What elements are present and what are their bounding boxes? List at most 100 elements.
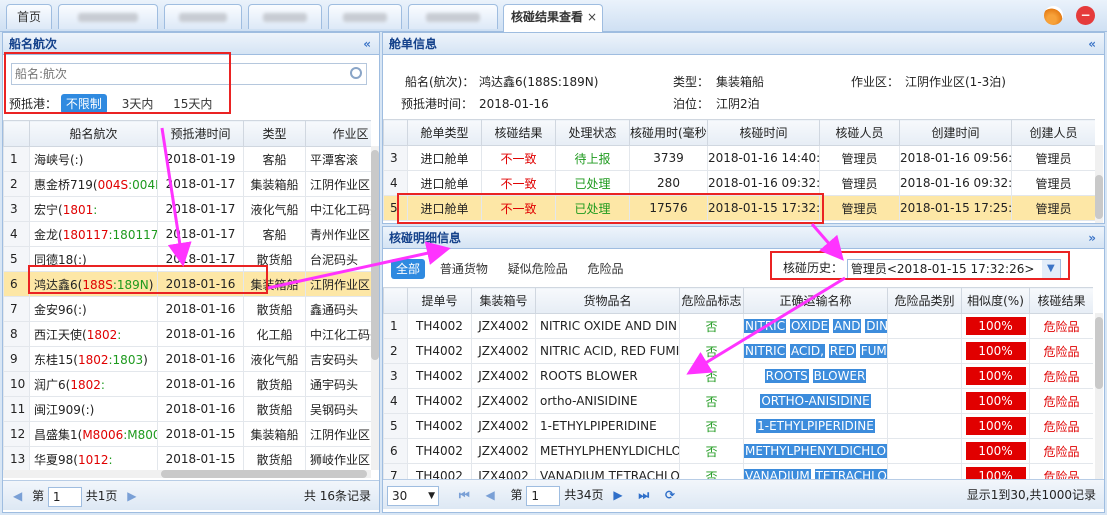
filter-all[interactable]: 全部 (391, 259, 426, 279)
ship-hscrollbar[interactable] (3, 470, 371, 478)
last-page-icon[interactable]: ⏭ (638, 480, 649, 510)
table-row[interactable]: 11 闽江909(:) 2018-01-16 散货船 吴钢码头 (3, 396, 371, 422)
col-check-time[interactable]: 核碰时间 (707, 119, 820, 146)
page-input[interactable]: 1 (47, 486, 82, 507)
page-size-select[interactable]: 30 ▼ (387, 485, 439, 506)
tab-hidden-3[interactable] (248, 4, 322, 29)
filter-dangerous[interactable]: 危险品 (583, 259, 629, 279)
table-row[interactable]: 3 TH4002 JZX4002 ROOTS BLOWER 否 ROOTS BLOWER … (383, 363, 1093, 389)
col-created[interactable]: 创建时间 (899, 119, 1012, 146)
filter-15days[interactable]: 15天内 (168, 94, 217, 114)
table-row[interactable]: 8西江天使(1802:2018-01-16化工船中江化工码头 (3, 321, 371, 347)
voyage-out: : (100, 377, 105, 392)
ship-name: 闽江909(:) (34, 402, 95, 417)
tab-hidden-1[interactable] (58, 4, 158, 29)
table-row[interactable]: 1 海峡号(:) 2018-01-19 客船 平潭客滚 (3, 146, 371, 172)
col-duration[interactable]: 核碰用时(毫秒) (629, 119, 708, 146)
tab-home[interactable]: 首页 (6, 4, 52, 29)
bl-cell: TH4002 (407, 438, 472, 464)
refresh-icon[interactable]: ⟳ (665, 480, 675, 510)
search-input[interactable] (12, 64, 342, 84)
table-row[interactable]: 13 华夏98(1012: 2018-01-15 散货船 狮岐作业区( (3, 446, 371, 470)
next-page-icon[interactable]: ▶ (613, 480, 622, 510)
created-time-cell: 2018-01-16 09:32:01 (899, 170, 1012, 196)
filter-general[interactable]: 普通货物 (435, 259, 493, 279)
table-row[interactable]: 1 TH4002 JZX4002 NITRIC OXIDE AND DIN 否 NITRI… (383, 313, 1093, 339)
shipping-name-word: NITRIC (744, 319, 787, 333)
table-row[interactable]: 9 东桂15(1802:1803) 2018-01-16 液化气船 吉安码头 (3, 346, 371, 372)
col-shipping-name[interactable]: 正确运输名称 (743, 287, 888, 314)
eta-cell: 2018-01-16 (157, 321, 244, 347)
zone-cell: 狮岐作业区( (305, 446, 371, 470)
rss-icon[interactable] (1044, 6, 1063, 25)
table-row[interactable]: 2惠金桥719(004S:004N2018-01-17集装箱船江阴作业区( (3, 171, 371, 197)
collapse-icon[interactable]: « (363, 33, 371, 55)
zone-value: 江阴作业区(1-3泊) (905, 75, 1006, 89)
chevron-down-icon[interactable]: ▼ (1041, 259, 1060, 278)
table-row[interactable]: 3进口舱单不一致待上报37392018-01-16 14:40:35管理员201… (383, 145, 1095, 171)
voyage-in: 1802 (86, 327, 118, 342)
table-row[interactable]: 12 昌盛集1(M8006:M800 2018-01-15 集装箱船 江阴作业区( (3, 421, 371, 447)
tab-hidden-4[interactable] (328, 4, 402, 29)
col-manifest-type[interactable]: 舱单类型 (407, 119, 482, 146)
detail-scrollbar[interactable] (1095, 313, 1103, 481)
table-row[interactable]: 5 同德18(:) 2018-01-17 散货船 台泥码头 (3, 246, 371, 272)
col-bl[interactable]: 提单号 (407, 287, 472, 314)
prev-page-icon[interactable]: ◀ (485, 480, 494, 510)
col-checker[interactable]: 核碰人员 (819, 119, 900, 146)
col-check-result[interactable]: 核碰结果 (481, 119, 556, 146)
col-similarity[interactable]: 相似度(%) (961, 287, 1030, 314)
ship-name: 华夏98( (34, 452, 78, 467)
manifest-scrollbar[interactable] (1095, 145, 1103, 223)
type-cell: 液化气船 (243, 346, 306, 372)
table-row[interactable]: 4进口舱单不一致已处理2802018-01-16 09:32:05管理员2018… (383, 170, 1095, 196)
col-ship[interactable]: 船名航次 (29, 120, 158, 147)
container-cell: JZX4002 (471, 313, 536, 339)
table-row[interactable]: 5进口舱单不一致已处理175762018-01-15 17:32:26管理员20… (383, 195, 1095, 221)
tab-hidden-2[interactable] (164, 4, 242, 29)
page-input[interactable]: 1 (526, 485, 561, 506)
manifest-collapse-icon[interactable]: « (1088, 33, 1096, 55)
table-row[interactable]: 6 TH4002 JZX4002 METHYLPHENYLDICHLO 否 METHYLP… (383, 438, 1093, 464)
next-page-icon[interactable]: ▶ (127, 481, 136, 511)
tab-hidden-5[interactable] (408, 4, 498, 29)
col-dg-class[interactable]: 危险品类别 (887, 287, 962, 314)
filter-3days[interactable]: 3天内 (117, 94, 159, 114)
tab-result[interactable]: 核碰结果查看 × (503, 4, 603, 32)
col-creator[interactable]: 创建人员 (1011, 119, 1095, 146)
table-row[interactable]: 2 TH4002 JZX4002 NITRIC ACID, RED FUMI 否 NITR… (383, 338, 1093, 364)
detail-collapse-icon[interactable]: » (1088, 227, 1096, 249)
zone-cell: 台泥码头 (305, 246, 371, 272)
filter-unlimited[interactable]: 不限制 (60, 94, 107, 114)
col-goods[interactable]: 货物品名 (535, 287, 680, 314)
close-circle-icon[interactable]: − (1076, 6, 1095, 25)
table-row[interactable]: 4金龙(180117:180117E2018-01-17客船青州作业区( (3, 221, 371, 247)
history-select[interactable]: 管理员<2018-01-15 17:32:26> ▼ (846, 258, 1061, 279)
table-row[interactable]: 6 鸿达鑫6(188S:189N) 2018-01-16 集装箱船 江阴作业区( (3, 271, 371, 297)
col-container[interactable]: 集装箱号 (471, 287, 536, 314)
detail-pager: 30 ▼ ⏮ ◀ 第 1 共34页 ▶ ⏭ ⟳ 显示1到30,共1000记录 (383, 479, 1104, 509)
eta-cell: 2018-01-19 (157, 146, 244, 172)
shipping-name-word: ACID, (789, 344, 825, 358)
col-status[interactable]: 处理状态 (555, 119, 630, 146)
first-page-icon[interactable]: ⏮ (459, 480, 470, 510)
col-result[interactable]: 核碰结果 (1029, 287, 1093, 314)
col-type[interactable]: 类型 (243, 120, 306, 147)
filter-suspected[interactable]: 疑似危险品 (503, 259, 573, 279)
close-icon[interactable]: × (587, 5, 597, 29)
table-row[interactable]: 7 金安96(:) 2018-01-16 散货船 鑫通码头 (3, 296, 371, 322)
col-zone[interactable]: 作业区 (305, 120, 371, 147)
search-icon[interactable] (350, 67, 362, 79)
prev-page-icon[interactable]: ◀ (13, 481, 22, 511)
table-row[interactable]: 4 TH4002 JZX4002 ortho-ANISIDINE 否 ORTHO-ANIS… (383, 388, 1093, 414)
col-rownum (383, 119, 408, 146)
table-row[interactable]: 3宏宁(1801:2018-01-17液化气船中江化工码头 (3, 196, 371, 222)
table-row[interactable]: 5 TH4002 JZX4002 1-ETHYLPIPERIDINE 否 1-ETHYLP… (383, 413, 1093, 439)
col-dg-flag[interactable]: 危险品标志 (679, 287, 744, 314)
type-cell: 客船 (243, 146, 306, 172)
table-row[interactable]: 10 润广6(1802: 2018-01-16 散货船 通宇码头 (3, 371, 371, 397)
dg-class-cell (887, 363, 962, 389)
col-eta[interactable]: 预抵港时间 (157, 120, 244, 147)
manifest-type-cell: 进口舱单 (407, 195, 482, 221)
ship-scrollbar[interactable] (371, 146, 379, 470)
